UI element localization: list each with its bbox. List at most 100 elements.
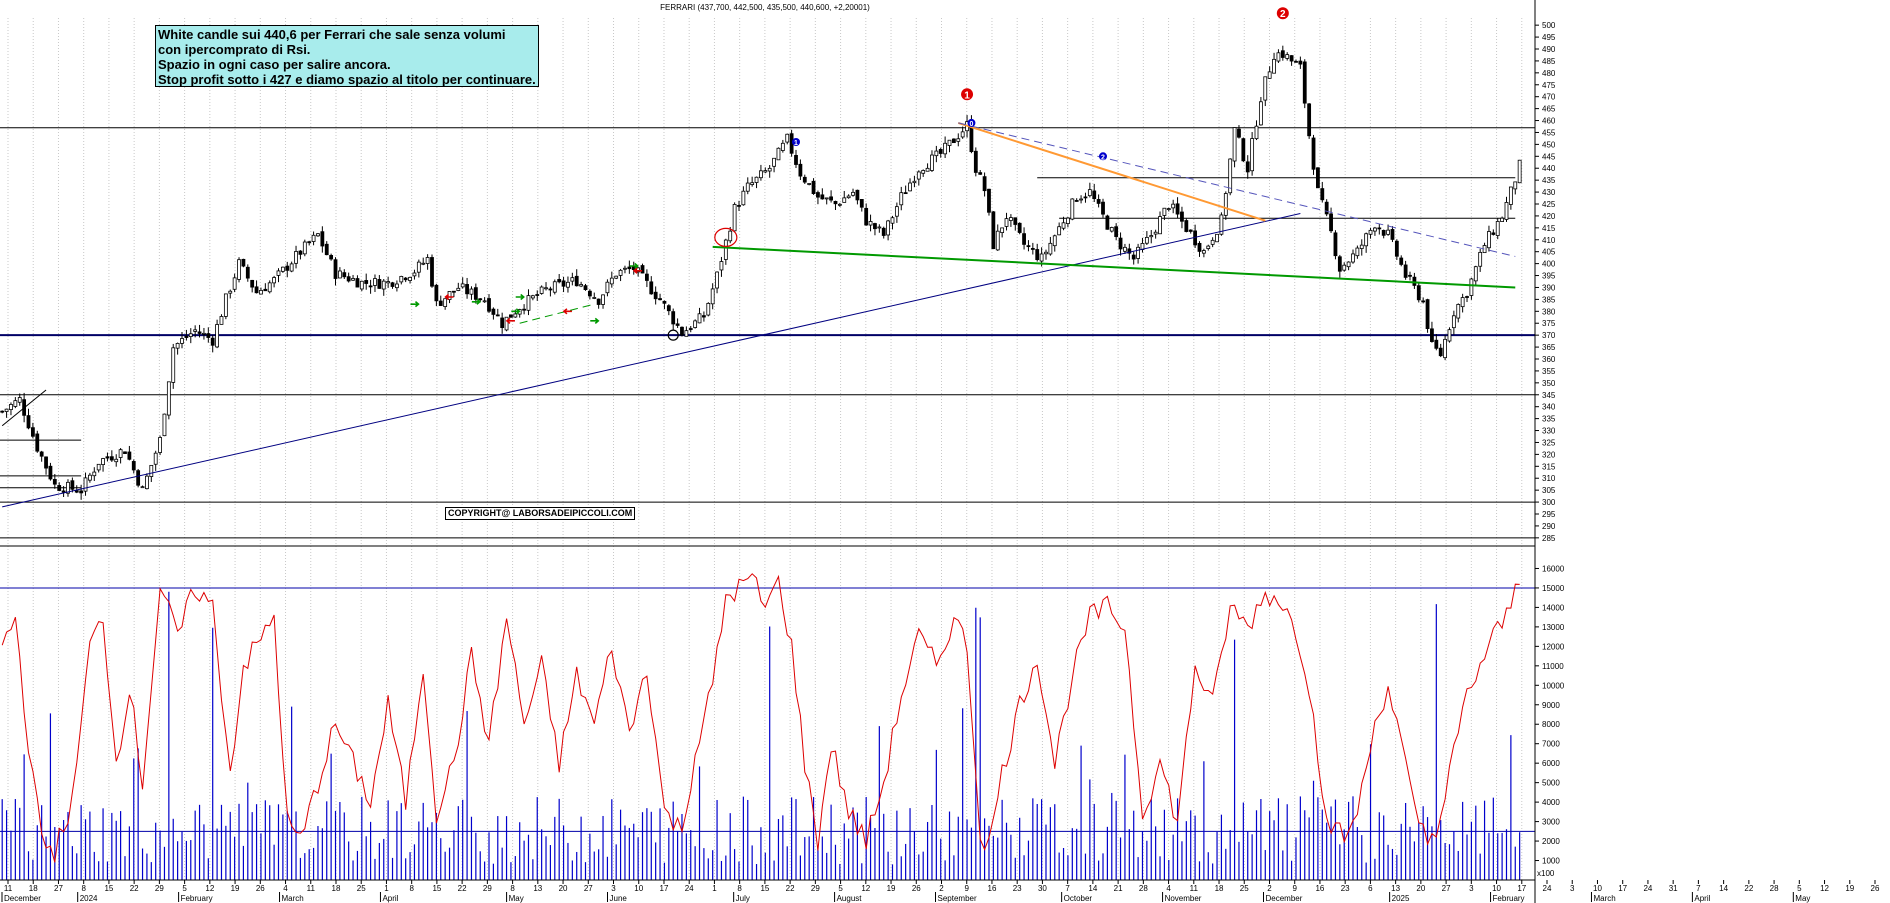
candle-body bbox=[70, 480, 75, 490]
candle-body bbox=[373, 278, 377, 286]
trendline-support bbox=[2, 213, 1301, 508]
candle-body bbox=[298, 250, 303, 255]
x-day-label: 20 bbox=[1416, 884, 1425, 893]
x-month-label: December bbox=[4, 894, 41, 903]
candle-body bbox=[579, 284, 584, 287]
candle-body bbox=[193, 329, 198, 332]
candle-body bbox=[609, 277, 614, 285]
candle-body bbox=[96, 463, 101, 471]
signal-arrow bbox=[562, 308, 572, 315]
candle-body bbox=[688, 328, 693, 330]
volume-tick-label: 7000 bbox=[1542, 740, 1560, 749]
x-month-label: September bbox=[938, 894, 977, 903]
candle-body bbox=[1460, 297, 1465, 308]
candle-body bbox=[1000, 227, 1005, 233]
candle-body bbox=[30, 427, 35, 437]
price-tick-label: 485 bbox=[1542, 57, 1556, 66]
x-day-label: 22 bbox=[1744, 884, 1753, 893]
candle-body bbox=[710, 288, 715, 305]
candle-body bbox=[1285, 54, 1290, 59]
candle-body bbox=[88, 474, 92, 481]
candle-body bbox=[1009, 217, 1013, 221]
candle-body bbox=[574, 275, 579, 287]
candle-body bbox=[1399, 257, 1404, 265]
candle-body bbox=[197, 331, 202, 334]
volume-tick-label: 5000 bbox=[1542, 779, 1560, 788]
candle-body bbox=[566, 281, 570, 288]
candle-body bbox=[1057, 226, 1062, 236]
candle-body bbox=[1373, 227, 1377, 232]
price-tick-label: 385 bbox=[1542, 295, 1556, 304]
candle-body bbox=[1500, 217, 1505, 222]
grid bbox=[7, 18, 1523, 880]
candle-body bbox=[289, 263, 294, 272]
candle-body bbox=[1394, 240, 1399, 257]
candle-body bbox=[1101, 201, 1105, 215]
candle-body bbox=[469, 288, 474, 295]
candle-body bbox=[206, 333, 211, 338]
candle-body bbox=[237, 259, 241, 280]
x-day-label: 3 bbox=[611, 884, 616, 893]
candle-body bbox=[842, 197, 847, 203]
candle-body bbox=[184, 335, 189, 338]
candle-body bbox=[1105, 215, 1110, 230]
candle-body bbox=[386, 281, 391, 284]
candle-body bbox=[1307, 103, 1312, 137]
candle-body bbox=[1254, 125, 1259, 140]
signal-arrow bbox=[515, 293, 525, 301]
candle-body bbox=[1149, 235, 1154, 238]
candle-body bbox=[1180, 211, 1184, 222]
candle-body bbox=[522, 308, 526, 311]
price-tick-label: 350 bbox=[1542, 379, 1556, 388]
candle-body bbox=[1508, 186, 1513, 205]
candle-body bbox=[881, 227, 886, 236]
note-line-2: con ipercomprato di Rsi. bbox=[158, 42, 311, 57]
price-tick-label: 495 bbox=[1542, 33, 1556, 42]
candle-body bbox=[368, 285, 373, 288]
candle-body bbox=[0, 410, 5, 413]
candle-body bbox=[837, 203, 842, 206]
chart-title: FERRARI (437,700, 442,500, 435,500, 440,… bbox=[660, 3, 870, 12]
candle-body bbox=[346, 276, 351, 282]
candle-body bbox=[109, 456, 114, 461]
x-day-label: 8 bbox=[409, 884, 414, 893]
candle-body bbox=[1153, 231, 1158, 235]
candle-body bbox=[83, 477, 88, 492]
candle-body bbox=[530, 295, 535, 299]
trendline-neckline bbox=[712, 245, 1516, 289]
x-day-label: 2 bbox=[1267, 884, 1272, 893]
x-day-label: 19 bbox=[1845, 884, 1854, 893]
candle-body bbox=[101, 458, 105, 466]
volume-tick-label: 2000 bbox=[1542, 837, 1560, 846]
candle-body bbox=[136, 470, 141, 486]
price-tick-label: 290 bbox=[1542, 522, 1556, 531]
candle-body bbox=[851, 191, 855, 196]
candle-body bbox=[1381, 229, 1386, 236]
candle-body bbox=[1465, 296, 1469, 298]
candle-body bbox=[644, 273, 649, 281]
candle-body bbox=[320, 231, 325, 247]
wave-marker-label: 1 bbox=[794, 140, 798, 147]
candle-body bbox=[1245, 161, 1250, 173]
candle-body bbox=[912, 180, 917, 184]
candle-body bbox=[561, 280, 566, 287]
candle-body bbox=[1175, 203, 1180, 215]
candle-body bbox=[859, 199, 864, 208]
candle-body bbox=[526, 295, 531, 311]
candle-body bbox=[1329, 213, 1333, 232]
price-tick-label: 430 bbox=[1542, 188, 1556, 197]
candle-body bbox=[1048, 242, 1053, 255]
candle-body bbox=[1425, 299, 1430, 330]
candle-body bbox=[1197, 242, 1202, 252]
candle-body bbox=[1294, 60, 1298, 63]
price-tick-label: 400 bbox=[1542, 260, 1556, 269]
candle-body bbox=[1201, 250, 1206, 254]
candle-body bbox=[1456, 304, 1461, 319]
candle-body bbox=[487, 298, 491, 312]
candle-body bbox=[430, 257, 434, 287]
candle-body bbox=[697, 313, 702, 324]
volume-tick-label: 13000 bbox=[1542, 623, 1565, 632]
candle-body bbox=[772, 157, 776, 167]
candle-body bbox=[1451, 315, 1456, 329]
x-day-label: 17 bbox=[660, 884, 669, 893]
